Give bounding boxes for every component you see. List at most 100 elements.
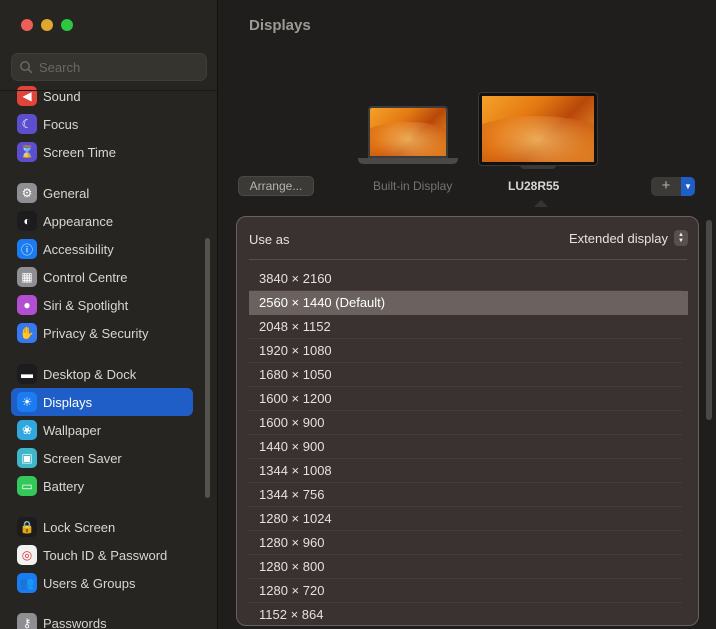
search-field[interactable] — [11, 53, 207, 81]
resolution-option-label: 1280 × 720 — [259, 583, 325, 598]
screensaver-icon: ▣ — [17, 448, 37, 468]
sidebar-item-label: Control Centre — [43, 269, 128, 285]
use-as-select[interactable]: Extended display ▲ ▼ — [569, 230, 688, 246]
minimize-window-button[interactable] — [41, 19, 53, 31]
sidebar-item-touch-id-password[interactable]: ◎ Touch ID & Password — [11, 541, 193, 569]
sidebar-item-label: Siri & Spotlight — [43, 297, 129, 313]
resolution-option[interactable]: 1600 × 1200 — [249, 387, 688, 411]
add-display-button[interactable]: + — [651, 177, 681, 196]
sidebar-item-siri-spotlight[interactable]: ● Siri & Spotlight — [11, 291, 193, 319]
sidebar: ◀Sound ☾ Focus ⌛ Screen Time ⚙ General ◐ Appeara… — [0, 0, 218, 629]
hand-icon: ✋ — [17, 323, 37, 343]
sidebar-item-sound[interactable]: ◀ Sound — [11, 82, 193, 110]
resolution-option-label: 1600 × 900 — [259, 415, 325, 430]
resolution-option[interactable]: 1280 × 800 — [249, 555, 688, 579]
close-window-button[interactable] — [21, 19, 33, 31]
control-centre-icon: ▦ — [17, 267, 37, 287]
hourglass-icon: ⌛ — [17, 142, 37, 162]
sidebar-item-label: Passwords — [43, 615, 107, 629]
sound-icon: ◀ — [17, 86, 37, 106]
moon-icon: ☾ — [17, 114, 37, 134]
add-display-control[interactable]: + ▼ — [651, 177, 695, 196]
sidebar-item-screen-time[interactable]: ⌛ Screen Time — [11, 138, 193, 166]
resolution-option[interactable]: 1600 × 900 — [249, 411, 688, 435]
sidebar-item-label: Wallpaper — [43, 422, 102, 438]
resolution-option[interactable]: 1280 × 720 — [249, 579, 688, 603]
sidebar-divider — [0, 90, 217, 91]
accessibility-icon: ⓘ — [17, 239, 37, 259]
resolution-option[interactable]: 1680 × 1050 — [249, 363, 688, 387]
sidebar-item-accessibility[interactable]: ⓘ Accessibility — [11, 235, 193, 263]
resolution-option-label: 1344 × 756 — [259, 487, 325, 502]
sidebar-item-label: Battery — [43, 478, 85, 494]
builtin-display-thumbnail[interactable] — [358, 106, 458, 164]
sidebar-item-label: Screen Time — [43, 144, 116, 160]
sidebar-item-label: General — [43, 185, 90, 201]
dock-icon: ▬ — [17, 364, 37, 384]
appearance-icon: ◐ — [17, 211, 37, 231]
resolution-option[interactable]: 2048 × 1152 — [249, 315, 688, 339]
resolution-option[interactable]: 1152 × 864 — [249, 603, 688, 625]
up-down-chevron-icon: ▲ ▼ — [674, 230, 688, 246]
sidebar-item-label: Screen Saver — [43, 450, 122, 466]
resolution-option[interactable]: 1920 × 1080 — [249, 339, 688, 363]
sidebar-item-desktop-dock[interactable]: ▬ Desktop & Dock — [11, 360, 193, 388]
arrange-button[interactable]: Arrange... — [238, 176, 314, 196]
resolution-option[interactable]: 1280 × 1024 — [249, 507, 688, 531]
resolution-option[interactable]: 1344 × 756 — [249, 483, 688, 507]
resolution-option[interactable]: 1440 × 900 — [249, 435, 688, 459]
sidebar-item-appearance[interactable]: ◐ Appearance — [11, 207, 193, 235]
sidebar-item-passwords[interactable]: ⚷ Passwords — [11, 609, 193, 629]
resolution-option-label: 1280 × 800 — [259, 559, 325, 574]
sidebar-item-focus[interactable]: ☾ Focus — [11, 110, 193, 138]
resolution-option-label: 1280 × 960 — [259, 535, 325, 550]
resolution-option[interactable]: 2560 × 1440 (Default) — [249, 291, 688, 315]
sidebar-item-label: Privacy & Security — [43, 325, 149, 341]
search-input[interactable] — [39, 59, 199, 75]
sidebar-item-battery[interactable]: ▭ Battery — [11, 472, 193, 500]
resolution-option-label: 1280 × 1024 — [259, 511, 332, 526]
selected-display-label[interactable]: LU28R55 — [508, 179, 559, 193]
wallpaper-icon: ❀ — [17, 420, 37, 440]
sidebar-item-general[interactable]: ⚙ General — [11, 179, 193, 207]
page-title: Displays — [249, 17, 311, 34]
sidebar-item-displays[interactable]: ☀ Displays — [11, 388, 193, 416]
sidebar-scrollbar[interactable] — [205, 238, 210, 498]
battery-icon: ▭ — [17, 476, 37, 496]
sidebar-item-privacy-security[interactable]: ✋ Privacy & Security — [11, 319, 193, 347]
sidebar-item-screen-saver[interactable]: ▣ Screen Saver — [11, 444, 193, 472]
selected-indicator — [534, 200, 548, 207]
key-icon: ⚷ — [17, 613, 37, 629]
sun-icon: ☀ — [17, 392, 37, 412]
sidebar-item-control-centre[interactable]: ▦ Control Centre — [11, 263, 193, 291]
sidebar-item-wallpaper[interactable]: ❀ Wallpaper — [11, 416, 193, 444]
sidebar-item-label: Lock Screen — [43, 519, 116, 535]
resolution-option-label: 1440 × 900 — [259, 439, 325, 454]
sidebar-item-label: Focus — [43, 116, 79, 132]
sidebar-item-label: Users & Groups — [43, 575, 136, 591]
main-scrollbar[interactable] — [706, 220, 712, 420]
sidebar-item-label: Touch ID & Password — [43, 547, 168, 563]
sidebar-item-users-groups[interactable]: 👥 Users & Groups — [11, 569, 193, 597]
resolution-option-label: 3840 × 2160 — [259, 271, 332, 286]
search-icon — [20, 61, 33, 74]
chevron-down-icon[interactable]: ▼ — [681, 177, 695, 196]
siri-icon: ● — [17, 295, 37, 315]
gear-icon: ⚙ — [17, 183, 37, 203]
sidebar-item-label: Displays — [43, 394, 93, 410]
resolution-option[interactable]: 1344 × 1008 — [249, 459, 688, 483]
users-icon: 👥 — [17, 573, 37, 593]
use-as-value: Extended display — [568, 230, 668, 246]
lock-icon: 🔒 — [17, 517, 37, 537]
resolution-option[interactable]: 1280 × 960 — [249, 531, 688, 555]
fingerprint-icon: ◎ — [17, 545, 37, 565]
builtin-display-label[interactable]: Built-in Display — [373, 179, 452, 193]
sidebar-item-label: Appearance — [43, 213, 114, 229]
zoom-window-button[interactable] — [61, 19, 73, 31]
resolution-option-label: 1600 × 1200 — [259, 391, 332, 406]
sidebar-item-label: Accessibility — [43, 241, 114, 257]
sidebar-item-lock-screen[interactable]: 🔒 Lock Screen — [11, 513, 193, 541]
resolution-option[interactable]: 3840 × 2160 — [249, 267, 688, 291]
external-display-thumbnail[interactable] — [479, 93, 597, 169]
resolution-option-label: 2048 × 1152 — [259, 319, 331, 334]
